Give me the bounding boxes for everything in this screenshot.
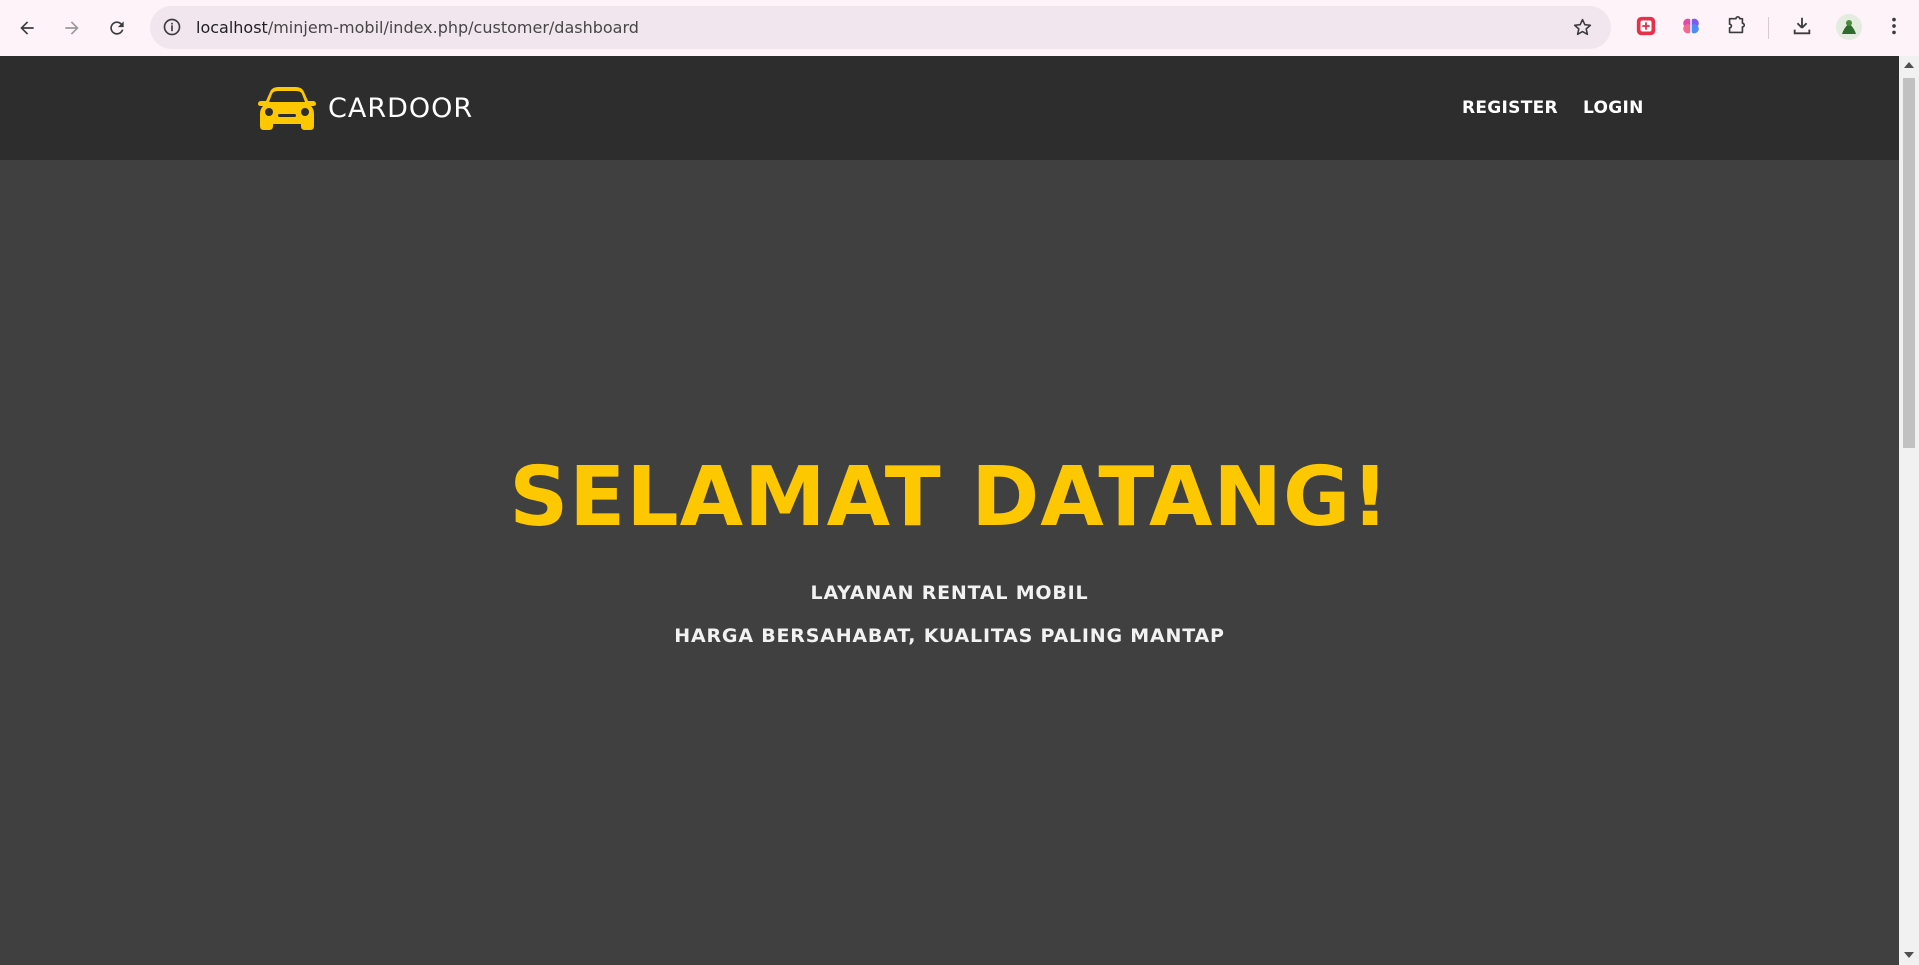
site-navbar: CARDOOR REGISTER LOGIN — [0, 56, 1899, 160]
site-info-icon[interactable] — [162, 17, 182, 37]
extension-red-icon — [1636, 16, 1656, 36]
url-text[interactable]: localhost/minjem-mobil/index.php/custome… — [196, 18, 639, 37]
brand-name: CARDOOR — [328, 92, 474, 124]
bookmark-star-icon[interactable] — [1572, 17, 1593, 38]
more-menu-icon — [1892, 17, 1896, 35]
hero-subtitle-1: LAYANAN RENTAL MOBIL — [810, 582, 1089, 604]
reload-icon — [110, 21, 124, 35]
nav-login-link[interactable]: LOGIN — [1583, 98, 1644, 118]
hero-section: SELAMAT DATANG! LAYANAN RENTAL MOBIL HAR… — [0, 160, 1899, 965]
toolbar-divider — [1768, 17, 1769, 39]
reload-button[interactable] — [100, 11, 134, 45]
scroll-down-arrow-icon[interactable] — [1904, 952, 1914, 958]
more-menu-button[interactable] — [1882, 14, 1906, 38]
scroll-up-arrow-icon[interactable] — [1904, 62, 1914, 68]
forward-button[interactable] — [55, 11, 89, 45]
extension-brain-icon — [1683, 18, 1699, 34]
extension-brain-button[interactable] — [1679, 14, 1703, 38]
back-button[interactable] — [10, 11, 44, 45]
car-icon — [258, 87, 316, 130]
extension-red-button[interactable] — [1634, 14, 1658, 38]
url-host: localhost — [196, 18, 268, 37]
nav-register-link[interactable]: REGISTER — [1462, 98, 1558, 118]
extensions-puzzle-icon — [1728, 16, 1746, 34]
url-path: /minjem-mobil/index.php/customer/dashboa… — [267, 18, 639, 37]
hero-subtitle-2: HARGA BERSAHABAT, KUALITAS PALING MANTAP — [674, 625, 1225, 647]
profile-avatar-image — [1836, 14, 1862, 40]
extensions-button[interactable] — [1724, 14, 1748, 38]
browser-toolbar: localhost/minjem-mobil/index.php/custome… — [0, 0, 1919, 56]
downloads-button[interactable] — [1790, 14, 1814, 38]
back-icon — [20, 21, 34, 35]
scroll-thumb[interactable] — [1903, 78, 1915, 448]
hero-title: SELAMAT DATANG! — [509, 450, 1390, 545]
forward-icon — [65, 21, 79, 35]
brand-logo[interactable]: CARDOOR — [256, 84, 473, 132]
profile-avatar[interactable] — [1836, 14, 1862, 40]
address-bar[interactable]: localhost/minjem-mobil/index.php/custome… — [150, 6, 1611, 49]
page-scrollbar[interactable] — [1899, 56, 1919, 965]
download-icon — [1793, 17, 1811, 35]
